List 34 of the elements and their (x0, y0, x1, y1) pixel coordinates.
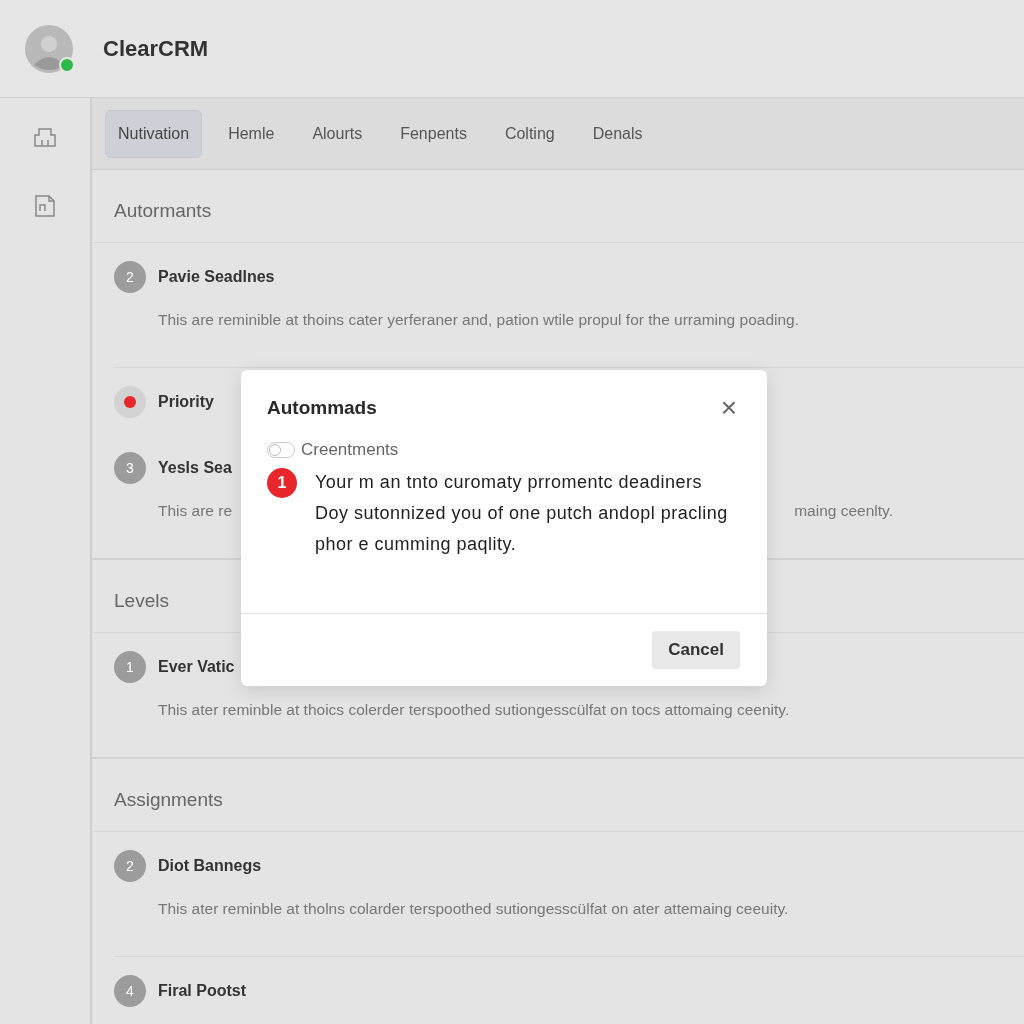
tab[interactable]: Hemle (216, 110, 287, 157)
item-description: maing ceenlty. (794, 502, 893, 520)
item-title: Pavie Seadlnes (158, 268, 275, 286)
item-description: This ater reminble at thoics colerder terspoothed sutiongesscülfat on tocs attomaing ceenity. (158, 701, 790, 719)
step-number-badge: 1 (114, 651, 146, 683)
item-title: Diot Bannegs (158, 857, 262, 875)
avatar[interactable] (25, 24, 73, 73)
tab[interactable]: Alourts (300, 110, 375, 157)
tab[interactable]: Fenpents (388, 110, 479, 157)
item-description: This are reminible at thoins cater yerferaner and, pation wtile propul for the urraming poading. (158, 311, 799, 329)
item-title: Priority (158, 393, 214, 411)
item-description: This are re (158, 502, 233, 520)
tab[interactable]: Nutivation (105, 109, 203, 158)
cancel-button[interactable]: Cancel (652, 631, 740, 669)
item-title: Firal Pootst (158, 982, 246, 1000)
section-title: Assignments (92, 759, 1024, 832)
toggle-switch[interactable] (267, 442, 295, 458)
step-number-badge: 2 (114, 850, 146, 882)
dialog-title: Autommads (267, 397, 377, 419)
app-name: ClearCRM (103, 35, 209, 62)
tab[interactable]: Colting (492, 110, 567, 157)
dialog-message: Your m an tnto curomaty prromentc deadiners Doy sutonnized you of one putch andopl pracling phor e cumming paqlity. (315, 471, 729, 556)
tab[interactable]: Denals (580, 110, 655, 157)
item-title: Yesls Sea (158, 459, 232, 477)
step-number-badge: 4 (114, 975, 146, 1007)
close-button[interactable]: × (716, 394, 741, 422)
count-badge: 1 (267, 468, 297, 498)
toggle-label: Creentments (301, 440, 399, 460)
item-description: This ater reminble at tholns colarder terspoothed sutiongesscülfat on ater attemaing ceeuity. (158, 900, 789, 918)
step-number-badge: 3 (114, 452, 146, 484)
item-title: Ever Vatic (158, 658, 235, 676)
section-title: Autormants (92, 170, 1024, 243)
image-file-icon[interactable] (33, 194, 57, 218)
step-number-badge: 2 (114, 261, 146, 293)
